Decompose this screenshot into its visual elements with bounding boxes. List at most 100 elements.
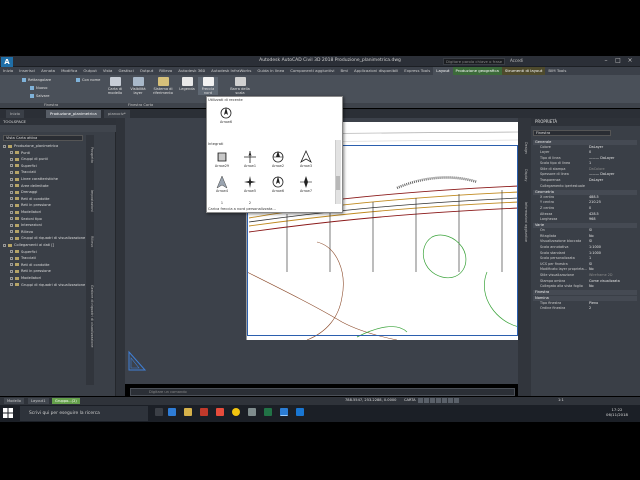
- gallery-item-arrow3[interactable]: Arrow3: [296, 150, 316, 168]
- expand-icon[interactable]: [10, 223, 13, 227]
- gallery-item-arrow6[interactable]: Arrow6: [268, 175, 288, 193]
- taskbar-search-input[interactable]: Scrivi qui per eseguire la ricerca: [20, 406, 148, 421]
- ribbon-tab-0[interactable]: Inizio: [0, 67, 16, 75]
- expand-icon[interactable]: [10, 263, 13, 267]
- expand-icon[interactable]: [10, 250, 13, 254]
- new-viewport-button[interactable]: Nuovo: [30, 86, 48, 90]
- autocad-icon[interactable]: [200, 408, 208, 416]
- tree-node[interactable]: Produzione_planimetrica: [3, 144, 58, 148]
- close-icon[interactable]: ×: [624, 57, 636, 64]
- help-search-input[interactable]: Digitare parola chiave o frase: [443, 58, 505, 65]
- legend-button[interactable]: Legenda: [177, 77, 197, 91]
- tree-node[interactable]: Intersezioni: [10, 223, 42, 227]
- expand-icon[interactable]: [3, 144, 6, 148]
- vtab-viewframe[interactable]: Gestore di riquadri di visualizzazione: [86, 261, 94, 371]
- annotation-scale[interactable]: 1:1: [558, 398, 564, 402]
- doc-tab-start[interactable]: Inizio: [6, 110, 24, 118]
- vtab-display[interactable]: Display: [520, 162, 528, 188]
- reference-system-button[interactable]: Sistema di riferimento: [150, 77, 176, 95]
- property-section-header[interactable]: Finestra: [533, 290, 637, 296]
- transparency-icon[interactable]: [454, 398, 459, 403]
- expand-icon[interactable]: [10, 217, 13, 221]
- gallery-scrollbar[interactable]: [335, 140, 341, 204]
- chrome-icon[interactable]: [232, 408, 240, 416]
- properties-selection-select[interactable]: Finestra: [533, 130, 611, 136]
- expand-icon[interactable]: [10, 197, 13, 201]
- osnap-icon[interactable]: [442, 398, 447, 403]
- scale-bar-button[interactable]: Barra della scala: [229, 77, 251, 95]
- expand-icon[interactable]: [10, 190, 13, 194]
- property-row[interactable]: Collegamento ipertestuale: [533, 184, 637, 190]
- layout-tab-group[interactable]: Gruppo...(2): [52, 398, 80, 404]
- save-viewport-button[interactable]: Salvare: [30, 94, 49, 98]
- ribbon-tab-13[interactable]: Bmi: [337, 67, 351, 75]
- rectangular-viewport-button[interactable]: Rettangolare: [22, 78, 51, 82]
- gallery-scroll-thumb[interactable]: [336, 176, 340, 190]
- gallery-item-partial[interactable]: 1: [212, 201, 232, 205]
- expand-icon[interactable]: [10, 269, 13, 273]
- tree-node[interactable]: Tracciati: [10, 256, 36, 260]
- gallery-item-arrow29[interactable]: Arrow29: [212, 150, 232, 168]
- expand-icon[interactable]: [10, 210, 13, 214]
- ribbon-tab-11[interactable]: Guida in linea: [254, 67, 287, 75]
- calculator-icon[interactable]: [248, 408, 256, 416]
- expand-icon[interactable]: [10, 283, 13, 287]
- expand-icon[interactable]: [3, 243, 6, 247]
- gallery-item-recent[interactable]: Arrow6: [216, 106, 236, 124]
- maximize-icon[interactable]: □: [612, 57, 624, 64]
- doc-tab-produzione[interactable]: Produzione_planimetrica: [46, 110, 101, 118]
- gallery-item-arrow5[interactable]: Arrow5: [240, 175, 260, 193]
- layout-tab-model[interactable]: Modello: [4, 398, 24, 404]
- expand-icon[interactable]: [10, 157, 13, 161]
- tree-node[interactable]: Reti di condotte: [10, 263, 49, 267]
- ribbon-tab-17[interactable]: Produzione geografica: [452, 67, 502, 75]
- tree-node[interactable]: Tracciati: [10, 170, 36, 174]
- property-value[interactable]: 2: [589, 306, 637, 312]
- snap-icon[interactable]: [424, 398, 429, 403]
- tree-node[interactable]: Gruppi di punti: [10, 157, 48, 161]
- north-arrow-button[interactable]: Freccia nord: [198, 77, 218, 95]
- grid-icon[interactable]: [418, 398, 423, 403]
- tree-node[interactable]: Reti di condotte: [10, 197, 49, 201]
- tree-node[interactable]: Punti: [10, 151, 30, 155]
- civil3d-icon[interactable]: [280, 408, 288, 416]
- vtab-extra-info[interactable]: Informazioni aggiuntive: [520, 192, 528, 252]
- expand-icon[interactable]: [10, 276, 13, 280]
- expand-icon[interactable]: [10, 256, 13, 260]
- lineweight-icon[interactable]: [448, 398, 453, 403]
- property-row[interactable]: Larghezza 968: [533, 217, 637, 223]
- ribbon-tab-12[interactable]: Componenti aggiuntivi: [287, 67, 337, 75]
- layer-visibility-button[interactable]: Visibilità layer: [127, 77, 149, 95]
- tree-node[interactable]: Aree delimitate: [10, 184, 49, 188]
- ribbon-tab-18[interactable]: Strumenti di layout: [501, 67, 546, 75]
- tree-node[interactable]: Reti in pressione: [10, 203, 51, 207]
- minimize-icon[interactable]: –: [600, 57, 612, 64]
- vtab-design[interactable]: Design: [520, 138, 528, 158]
- toolspace-view-select[interactable]: Vista Carta attiva: [3, 135, 83, 141]
- property-row[interactable]: Collegato alla vista foglio No: [533, 284, 637, 290]
- named-viewport-button[interactable]: Con nome: [76, 78, 100, 82]
- taskbar-clock[interactable]: 17:22 06/11/2018: [602, 407, 632, 417]
- expand-icon[interactable]: [10, 236, 13, 240]
- tree-node[interactable]: Drenaggi: [10, 190, 37, 194]
- gallery-item-arrow2[interactable]: Arrow2: [268, 150, 288, 168]
- expand-icon[interactable]: [10, 177, 13, 181]
- property-value[interactable]: [589, 184, 637, 190]
- paper-space-toggle[interactable]: CARTA: [404, 398, 416, 402]
- tree-node[interactable]: Collegamenti ai dati []: [3, 243, 54, 247]
- ribbon-tab-3[interactable]: Modifica: [58, 67, 80, 75]
- file-explorer-icon[interactable]: [184, 408, 192, 416]
- vtab-settings[interactable]: Impostazioni: [86, 179, 94, 223]
- expand-icon[interactable]: [10, 151, 13, 155]
- windows-start-icon[interactable]: [2, 407, 14, 419]
- tree-node[interactable]: Modellatori: [10, 276, 41, 280]
- ribbon-tab-9[interactable]: Autodesk 360: [175, 67, 208, 75]
- vtab-survey[interactable]: Rilievo: [86, 227, 94, 257]
- tree-node[interactable]: Modellatori: [10, 210, 41, 214]
- gallery-item-arrow1[interactable]: Arrow1: [240, 150, 260, 168]
- excel-icon[interactable]: [264, 408, 272, 416]
- edge-icon[interactable]: [168, 408, 176, 416]
- property-value[interactable]: No: [589, 284, 637, 290]
- tree-node[interactable]: Superfici: [10, 250, 37, 254]
- ribbon-tab-10[interactable]: Autodesk InfraWorks: [208, 67, 254, 75]
